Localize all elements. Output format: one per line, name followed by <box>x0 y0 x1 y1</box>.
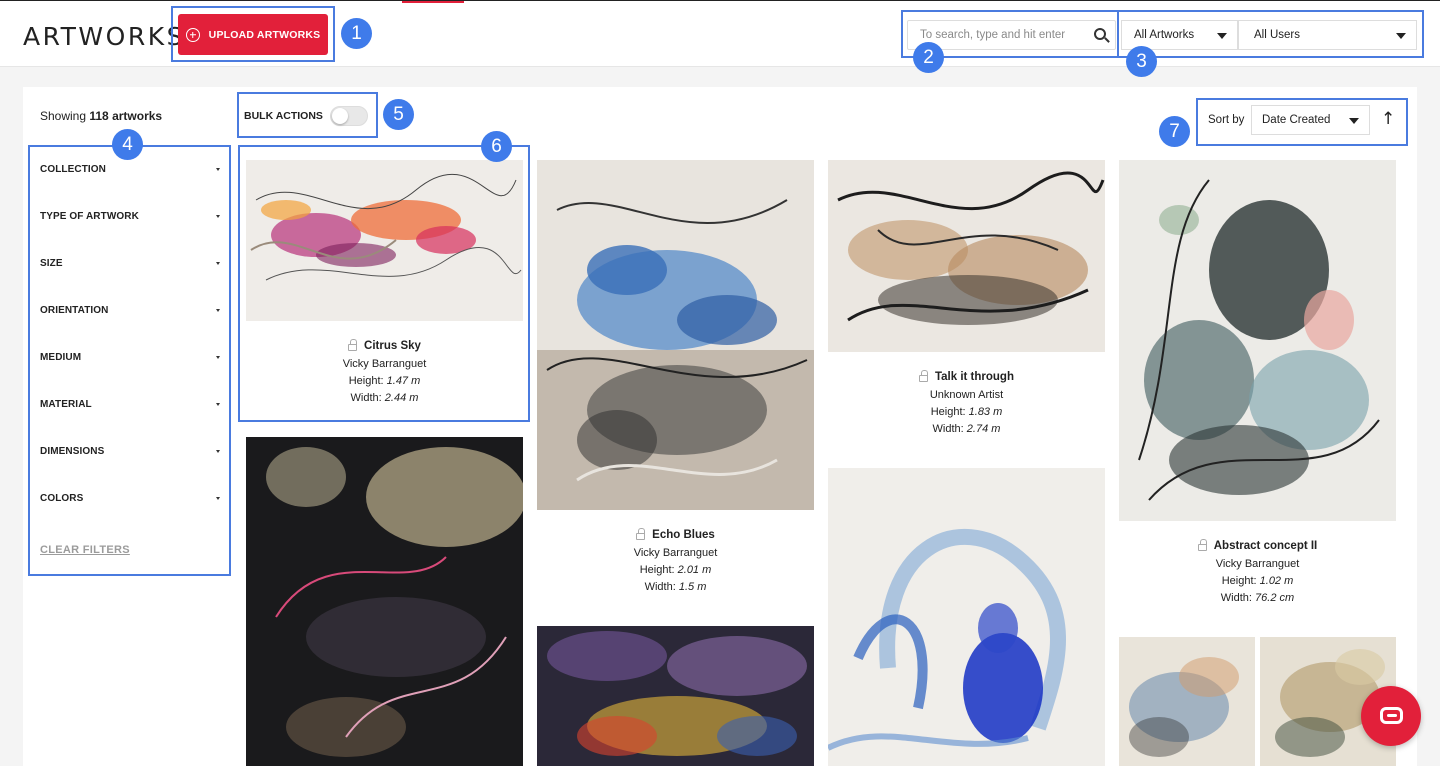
height-label: Height: <box>930 406 966 418</box>
abstract-painting <box>1119 160 1396 521</box>
lock-icon <box>918 370 928 382</box>
artwork-title[interactable]: Abstract concept II <box>1214 540 1318 552</box>
annotation-box-6 <box>238 145 530 422</box>
height-label: Height: <box>639 564 675 576</box>
artwork-card-info: Talk it through Unknown Artist Height: 1… <box>828 370 1105 440</box>
annotation-number-5: 5 <box>383 99 414 130</box>
annotation-number-1: 1 <box>341 18 372 49</box>
artwork-height: 1.02 m <box>1259 575 1294 587</box>
annotation-number-3: 3 <box>1126 46 1157 77</box>
artwork-title[interactable]: Talk it through <box>935 371 1014 383</box>
annotation-number-2: 2 <box>913 42 944 73</box>
width-label: Width: <box>1220 592 1252 604</box>
artwork-width: 1.5 m <box>678 581 707 593</box>
abstract-painting <box>537 160 814 510</box>
annotation-box-3 <box>1117 10 1424 58</box>
lock-icon <box>636 528 646 540</box>
artwork-height: 2.01 m <box>677 564 712 576</box>
artwork-image[interactable] <box>537 626 814 766</box>
annotation-number-6: 6 <box>481 131 512 162</box>
annotation-box-7 <box>1196 98 1408 146</box>
abstract-painting <box>828 468 1105 766</box>
artwork-image-talk-it-through[interactable] <box>828 160 1105 352</box>
artwork-artist: Vicky Barranguet <box>633 547 718 559</box>
artwork-image[interactable] <box>828 468 1105 766</box>
annotation-number-7: 7 <box>1159 116 1190 147</box>
artwork-card-info: Echo Blues Vicky Barranguet Height: 2.01… <box>537 528 814 598</box>
lock-icon <box>1197 539 1207 551</box>
abstract-painting <box>246 437 523 766</box>
showing-count: 118 artworks <box>89 109 163 123</box>
artwork-title[interactable]: Echo Blues <box>652 529 715 541</box>
chat-button[interactable] <box>1361 686 1421 746</box>
artwork-image[interactable] <box>1119 637 1255 766</box>
showing-prefix: Showing <box>40 109 87 123</box>
artwork-artist: Vicky Barranguet <box>1215 558 1300 570</box>
artwork-image-echo-blues[interactable] <box>537 160 814 510</box>
abstract-painting <box>537 626 814 766</box>
artwork-image[interactable] <box>246 437 523 766</box>
annotation-box-4 <box>28 145 231 576</box>
annotation-number-4: 4 <box>112 129 143 160</box>
artwork-width: 2.74 m <box>966 423 1001 435</box>
results-count: Showing 118 artworks <box>40 109 162 123</box>
artwork-image-abstract-concept-ii[interactable] <box>1119 160 1396 521</box>
artwork-artist: Unknown Artist <box>929 389 1004 401</box>
artwork-width: 76.2 cm <box>1255 592 1295 604</box>
chat-icon <box>1380 707 1403 724</box>
width-label: Width: <box>644 581 676 593</box>
width-label: Width: <box>932 423 964 435</box>
abstract-painting <box>828 160 1105 352</box>
page-title: ARTWORKS <box>23 22 185 51</box>
tab-accent <box>402 1 464 3</box>
annotation-box-1 <box>171 6 335 62</box>
artwork-card-info: Abstract concept II Vicky Barranguet Hei… <box>1119 539 1396 609</box>
height-label: Height: <box>1221 575 1257 587</box>
abstract-painting <box>1119 637 1255 766</box>
artwork-height: 1.83 m <box>968 406 1003 418</box>
annotation-box-5 <box>237 92 378 138</box>
